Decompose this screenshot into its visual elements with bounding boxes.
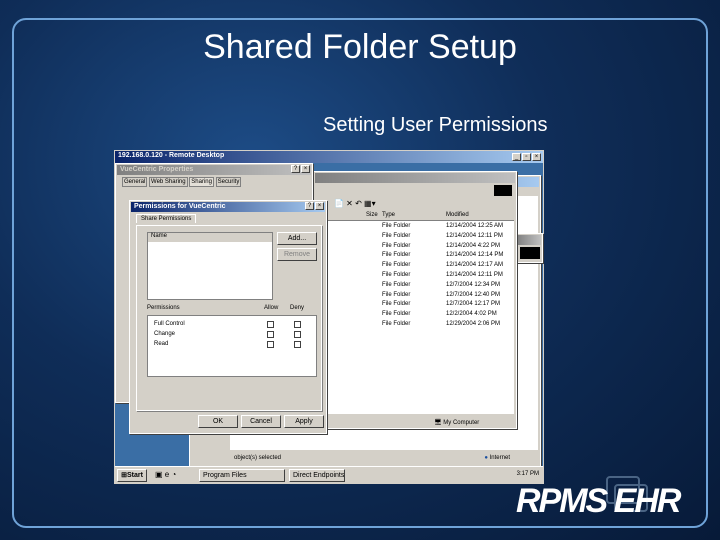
help-button[interactable]: ?: [305, 202, 314, 210]
deny-header: Deny: [290, 305, 305, 311]
minimize-button[interactable]: _: [512, 153, 521, 161]
my-computer-label: My Computer: [443, 420, 480, 426]
windows-logo-icon: [520, 247, 540, 259]
properties-title: VueCentric Properties: [120, 166, 194, 173]
globe-icon: ●: [484, 455, 488, 461]
file-row-type[interactable]: File Folder: [382, 282, 410, 288]
close-button[interactable]: ×: [301, 165, 310, 173]
allow-checkbox[interactable]: [267, 331, 274, 338]
file-row-type[interactable]: File Folder: [382, 301, 410, 307]
computer-icon: 🖥: [434, 420, 442, 426]
allow-checkbox[interactable]: [267, 321, 274, 328]
tab-web-sharing[interactable]: Web Sharing: [149, 177, 188, 187]
file-row-modified: 12/14/2004 4:22 PM: [446, 242, 501, 249]
names-list[interactable]: Name: [147, 232, 273, 300]
deny-checkbox[interactable]: [294, 321, 301, 328]
file-row-type[interactable]: File Folder: [382, 223, 410, 229]
help-button[interactable]: ?: [291, 165, 300, 173]
column-size[interactable]: Size: [366, 212, 378, 218]
logo-text: RPMS EHR: [516, 482, 681, 520]
tab-sharing[interactable]: Sharing: [189, 177, 214, 187]
remote-title: 192.168.0.120 - Remote Desktop: [118, 152, 225, 159]
remote-desktop-titlebar: 192.168.0.120 - Remote Desktop: [115, 151, 543, 163]
restore-button[interactable]: ▫: [522, 153, 531, 161]
properties-tabs: General Web Sharing Sharing Security: [122, 177, 242, 187]
permissions-dialog: Permissions for VueCentric ? × Share Per…: [129, 200, 327, 434]
permission-label: Change: [154, 331, 176, 337]
permissions-title: Permissions for VueCentric: [134, 203, 226, 210]
file-row-modified: 12/2/2004 4:02 PM: [446, 311, 497, 318]
slide-subtitle: Setting User Permissions: [323, 114, 548, 136]
file-row-modified: 12/14/2004 12:14 PM: [446, 252, 504, 259]
explorer-window: 📄 ✕ ↶ ▦▾ Size Type Modified File Folder 1…: [313, 171, 517, 429]
column-type[interactable]: Type: [382, 212, 395, 218]
tab-share-permissions[interactable]: Share Permissions: [136, 214, 197, 223]
taskbar: ⊞Start ▣ e ◔ Program Files Direct Endpoi…: [115, 466, 543, 483]
permission-label: Read: [154, 341, 169, 347]
explorer-toolbar[interactable]: 📄 ✕ ↶ ▦▾: [334, 199, 376, 208]
permissions-list: Full Control Change Read: [147, 315, 317, 377]
file-row-type[interactable]: File Folder: [382, 311, 410, 317]
taskbar-item[interactable]: Direct Endpoints: [289, 469, 345, 482]
column-headers: Size Type Modified: [316, 211, 514, 221]
permission-label: Full Control: [154, 321, 185, 327]
remove-button[interactable]: Remove: [277, 248, 317, 261]
file-row-type[interactable]: File Folder: [382, 252, 410, 258]
file-row-modified: 12/7/2004 12:17 PM: [446, 301, 501, 308]
file-row-modified: 12/14/2004 12:17 AM: [446, 262, 504, 269]
column-modified[interactable]: Modified: [446, 212, 469, 218]
file-row-modified: 12/14/2004 12:25 AM: [446, 223, 504, 229]
clock: 3:17 PM: [516, 471, 539, 477]
tab-general[interactable]: General: [122, 177, 148, 187]
quick-launch[interactable]: ▣ e ◔: [155, 470, 176, 479]
file-row-modified: 12/14/2004 12:11 PM: [446, 272, 503, 278]
slide-title: Shared Folder Setup: [203, 28, 517, 66]
start-button[interactable]: ⊞Start: [117, 469, 147, 482]
explorer-titlebar: [315, 173, 515, 183]
start-label: Start: [126, 472, 143, 479]
allow-header: Allow: [264, 305, 279, 311]
deny-checkbox[interactable]: [294, 331, 301, 338]
taskbar-item[interactable]: Program Files: [199, 469, 285, 482]
deny-checkbox[interactable]: [294, 341, 301, 348]
cancel-button[interactable]: Cancel: [241, 415, 281, 428]
file-row-modified: 12/7/2004 12:40 PM: [446, 291, 501, 298]
file-row-type[interactable]: File Folder: [382, 321, 410, 327]
file-row-modified: 12/14/2004 12:11 PM: [446, 232, 503, 239]
background-window: [515, 233, 543, 263]
ok-button[interactable]: OK: [198, 415, 238, 428]
permissions-header: Permissions: [147, 305, 180, 311]
zone-label: Internet: [489, 455, 510, 461]
allow-checkbox[interactable]: [267, 341, 274, 348]
close-button[interactable]: ×: [315, 202, 324, 210]
explorer-status: 🖥 My Computer: [434, 419, 479, 426]
file-row-type[interactable]: File Folder: [382, 243, 410, 249]
file-row-type[interactable]: File Folder: [382, 233, 410, 239]
add-button[interactable]: Add...: [277, 232, 317, 245]
file-row-modified: 12/29/2004 2:06 PM: [446, 321, 501, 327]
name-header: Name: [148, 233, 272, 242]
file-row-modified: 12/7/2004 12:34 PM: [446, 281, 501, 288]
apply-button[interactable]: Apply: [284, 415, 324, 428]
remote-desktop-window: 192.168.0.120 - Remote Desktop _ ▫ × obj…: [114, 150, 544, 484]
file-row-type[interactable]: File Folder: [382, 292, 410, 298]
windows-logo-icon: [494, 185, 512, 196]
file-row-type[interactable]: File Folder: [382, 262, 410, 268]
close-button[interactable]: ×: [532, 153, 541, 161]
tab-security[interactable]: Security: [215, 177, 242, 187]
internet-zone: ● Internet: [484, 452, 510, 464]
file-row-type[interactable]: File Folder: [382, 272, 410, 278]
